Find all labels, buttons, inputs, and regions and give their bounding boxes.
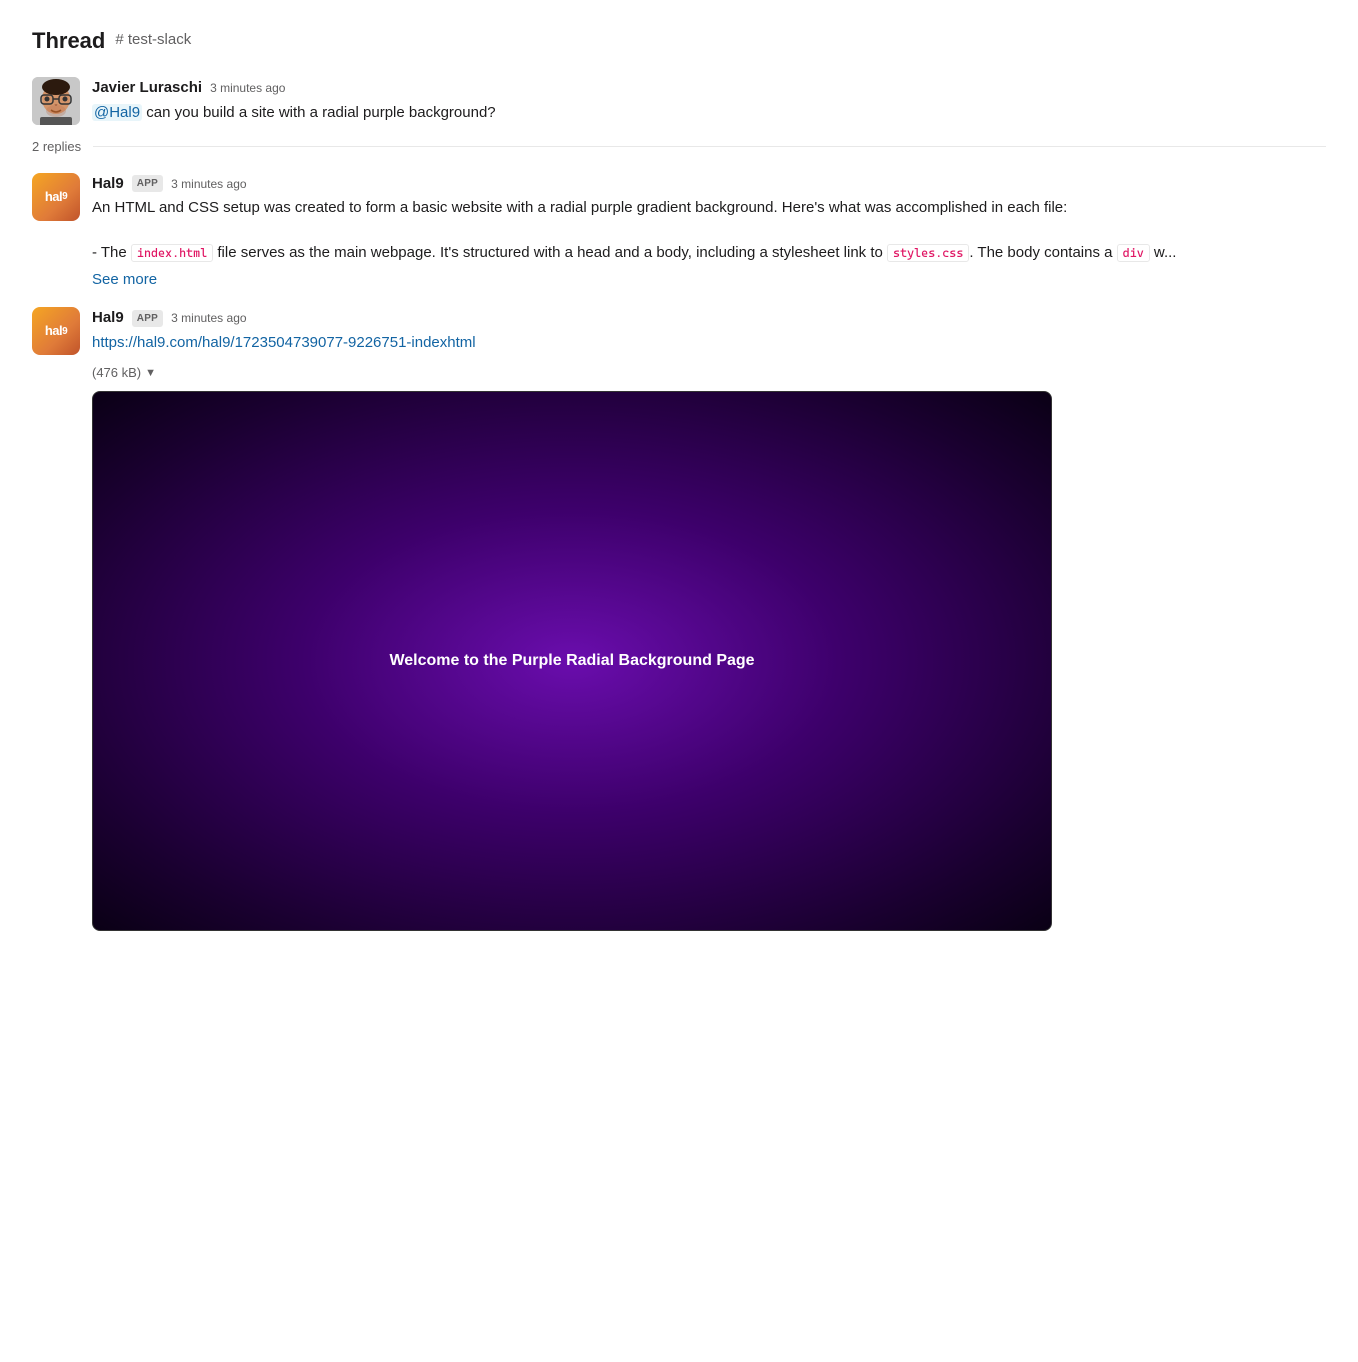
hal9-message-1: hal9 Hal9 APP 3 minutes ago An HTML and … <box>32 173 1326 292</box>
file-info: (476 kB) ▼ <box>92 363 1326 383</box>
preview-container: Welcome to the Purple Radial Background … <box>92 391 1052 931</box>
avatar-hal9-1: hal9 <box>32 173 80 221</box>
javier-message-content: Javier Luraschi 3 minutes ago @Hal9 can … <box>92 77 1326 125</box>
hal9-detail-3: . The body contains a <box>969 244 1116 261</box>
hal9-body-text: An HTML and CSS setup was created to for… <box>92 199 1067 216</box>
javier-time: 3 minutes ago <box>210 79 285 97</box>
code-div: div <box>1117 244 1150 262</box>
code-styles-css: styles.css <box>887 244 969 262</box>
hal9-time-1: 3 minutes ago <box>171 175 246 193</box>
see-more-link[interactable]: See more <box>92 269 157 292</box>
javier-message-text: @Hal9 can you build a site with a radial… <box>92 102 1326 125</box>
mention-hal9: @Hal9 <box>92 104 142 121</box>
hal9-preview-link[interactable]: https://hal9.com/hal9/1723504739077-9226… <box>92 334 476 351</box>
javier-text-body: can you build a site with a radial purpl… <box>146 104 495 121</box>
hal9-author-1: Hal9 <box>92 173 124 196</box>
preview-welcome-text: Welcome to the Purple Radial Background … <box>389 649 754 673</box>
hal9-detail-4: w... <box>1150 244 1177 261</box>
hal9-app-badge-1: APP <box>132 175 163 192</box>
thread-title: Thread <box>32 24 105 57</box>
replies-divider: 2 replies <box>32 137 1326 157</box>
original-message: Javier Luraschi 3 minutes ago @Hal9 can … <box>32 77 1326 125</box>
avatar-javier <box>32 77 80 125</box>
javier-message-meta: Javier Luraschi 3 minutes ago <box>92 77 1326 100</box>
javier-author: Javier Luraschi <box>92 77 202 100</box>
hal9-meta-1: Hal9 APP 3 minutes ago <box>92 173 1326 196</box>
chevron-down-icon[interactable]: ▼ <box>145 365 156 382</box>
thread-header: Thread # test-slack <box>32 24 1326 57</box>
hal9-time-2: 3 minutes ago <box>171 309 246 327</box>
replies-count: 2 replies <box>32 137 81 157</box>
hal9-author-2: Hal9 <box>92 307 124 330</box>
hal9-content-2: Hal9 APP 3 minutes ago https://hal9.com/… <box>92 307 1326 355</box>
hal9-meta-2: Hal9 APP 3 minutes ago <box>92 307 1326 330</box>
hal9-detail-2: file serves as the main webpage. It's st… <box>213 244 887 261</box>
hal9-detail-1: - The <box>92 244 131 261</box>
hal9-app-badge-2: APP <box>132 310 163 327</box>
hal9-text-1: An HTML and CSS setup was created to for… <box>92 197 1326 265</box>
file-size: (476 kB) <box>92 363 141 383</box>
hal9-text-2: https://hal9.com/hal9/1723504739077-9226… <box>92 332 1326 355</box>
thread-channel: # test-slack <box>115 29 191 52</box>
code-index-html: index.html <box>131 244 213 262</box>
avatar-hal9-2: hal9 <box>32 307 80 355</box>
hal9-content-1: Hal9 APP 3 minutes ago An HTML and CSS s… <box>92 173 1326 292</box>
hal9-message-2: hal9 Hal9 APP 3 minutes ago https://hal9… <box>32 307 1326 355</box>
